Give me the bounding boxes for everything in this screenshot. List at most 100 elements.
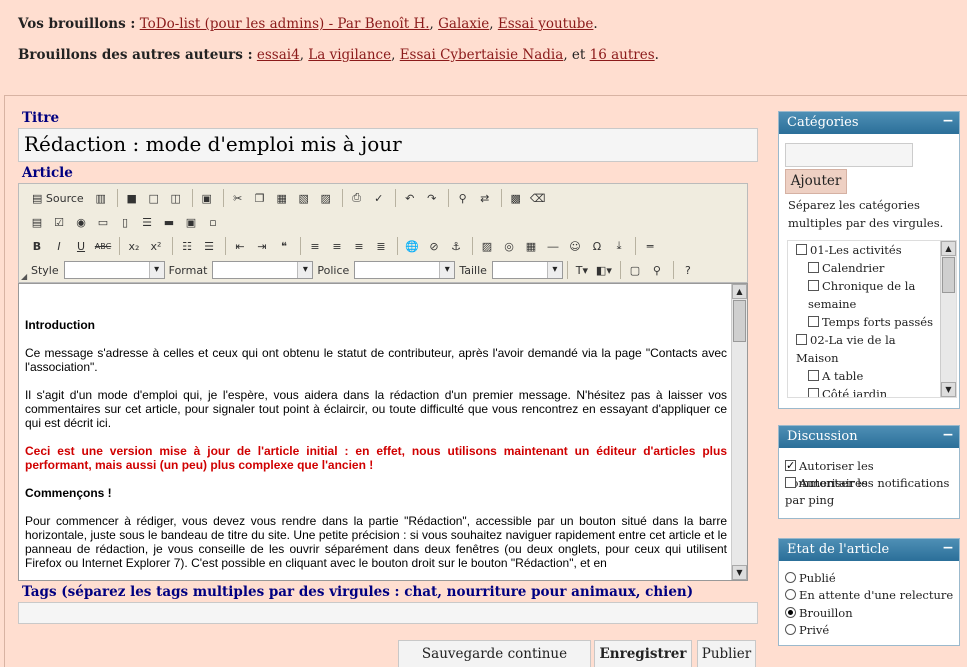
scroll-thumb[interactable]: [942, 257, 955, 293]
draft-link-cybertaisie[interactable]: Essai Cybertaisie Nadia: [400, 47, 564, 63]
templates-icon[interactable]: ▥: [91, 188, 111, 208]
status-option-draft[interactable]: Brouillon: [785, 605, 957, 622]
remove-format-icon[interactable]: ⌫: [528, 188, 548, 208]
align-left-icon[interactable]: ≡: [305, 236, 325, 256]
smiley-icon[interactable]: ☺: [565, 236, 585, 256]
radio[interactable]: [785, 589, 796, 600]
add-category-button[interactable]: Ajouter: [785, 169, 847, 194]
editor-scrollbar[interactable]: ▲ ▼: [731, 284, 747, 580]
collapse-icon[interactable]: −: [941, 114, 955, 129]
draft-link-vigilance[interactable]: La vigilance: [308, 47, 391, 63]
replace-icon[interactable]: ⇄: [475, 188, 495, 208]
spellcheck-icon[interactable]: ✓: [369, 188, 389, 208]
select-all-icon[interactable]: ▩: [506, 188, 526, 208]
new-category-input[interactable]: [785, 143, 913, 167]
autosave-button[interactable]: Sauvegarde continue: [398, 640, 591, 667]
save-icon[interactable]: ■: [122, 188, 142, 208]
show-blocks-icon[interactable]: ⚲: [647, 260, 667, 280]
publish-button[interactable]: Publier: [697, 640, 756, 667]
select-field-icon[interactable]: ☰: [137, 212, 157, 232]
image-button-icon[interactable]: ▣: [181, 212, 201, 232]
text-color-icon[interactable]: T▾: [572, 260, 592, 280]
category-item[interactable]: 02-La vie de la Maison: [788, 331, 956, 367]
checkbox[interactable]: [796, 244, 807, 255]
preview-icon[interactable]: ◫: [166, 188, 186, 208]
category-item[interactable]: 01-Les activités: [788, 241, 956, 259]
page-break-icon[interactable]: ⤓: [609, 236, 629, 256]
font-select[interactable]: [354, 261, 456, 279]
help-icon[interactable]: ?: [678, 260, 698, 280]
editor-content[interactable]: Introduction Ce message s'adresse à cell…: [25, 318, 727, 580]
allow-pings-checkbox[interactable]: [785, 477, 796, 488]
status-header[interactable]: Etat de l'article −: [779, 539, 959, 561]
form-icon[interactable]: ▤: [27, 212, 47, 232]
scroll-thumb[interactable]: [733, 300, 746, 342]
unlink-icon[interactable]: ⊘: [424, 236, 444, 256]
checkbox-icon[interactable]: ☑: [49, 212, 69, 232]
table-icon[interactable]: ▦: [521, 236, 541, 256]
checkbox[interactable]: [808, 316, 819, 327]
collapse-icon[interactable]: −: [941, 428, 955, 443]
radio[interactable]: [785, 624, 796, 635]
more-icon[interactable]: ═: [640, 236, 660, 256]
button-field-icon[interactable]: ▬: [159, 212, 179, 232]
underline-icon[interactable]: U: [71, 236, 91, 256]
radio-icon[interactable]: ◉: [71, 212, 91, 232]
print-icon[interactable]: ⎙: [347, 188, 367, 208]
textarea-icon[interactable]: ▯: [115, 212, 135, 232]
draft-link-youtube[interactable]: Essai youtube: [498, 16, 594, 32]
scroll-up-icon[interactable]: ▲: [941, 241, 956, 256]
justify-icon[interactable]: ≣: [371, 236, 391, 256]
draft-link-essai4[interactable]: essai4: [257, 47, 300, 63]
bold-icon[interactable]: B: [27, 236, 47, 256]
templates-doc-icon[interactable]: ▣: [197, 188, 217, 208]
indent-icon[interactable]: ⇥: [252, 236, 272, 256]
cut-icon[interactable]: ✂: [228, 188, 248, 208]
editor-body[interactable]: Introduction Ce message s'adresse à cell…: [18, 283, 748, 581]
superscript-icon[interactable]: x²: [146, 236, 166, 256]
paste-icon[interactable]: ▦: [272, 188, 292, 208]
radio[interactable]: [785, 607, 796, 618]
draft-link-more[interactable]: 16 autres: [590, 47, 655, 63]
special-char-icon[interactable]: Ω: [587, 236, 607, 256]
format-select[interactable]: [212, 261, 314, 279]
align-right-icon[interactable]: ≡: [349, 236, 369, 256]
strike-icon[interactable]: ABC: [93, 236, 113, 256]
checkbox[interactable]: [808, 262, 819, 273]
checkbox[interactable]: [808, 388, 819, 397]
maximize-icon[interactable]: ▢: [625, 260, 645, 280]
category-item[interactable]: Calendrier: [788, 259, 956, 277]
title-input[interactable]: Rédaction : mode d'emploi mis à jour: [18, 128, 758, 162]
scroll-down-icon[interactable]: ▼: [732, 565, 747, 580]
draft-link-galaxie[interactable]: Galaxie: [438, 16, 489, 32]
discussion-header[interactable]: Discussion −: [779, 426, 959, 448]
anchor-icon[interactable]: ⚓: [446, 236, 466, 256]
find-icon[interactable]: ⚲: [453, 188, 473, 208]
bulleted-list-icon[interactable]: ☰: [199, 236, 219, 256]
size-select[interactable]: [491, 261, 563, 279]
image-icon[interactable]: ▨: [477, 236, 497, 256]
source-button[interactable]: ▤ Source: [27, 188, 89, 208]
flash-icon[interactable]: ◎: [499, 236, 519, 256]
status-option-published[interactable]: Publié: [785, 570, 957, 587]
category-item[interactable]: Côté jardin: [788, 385, 956, 397]
tags-input[interactable]: [18, 602, 758, 624]
checkbox[interactable]: [808, 280, 819, 291]
category-item[interactable]: Chronique de la semaine: [788, 277, 956, 313]
collapse-icon[interactable]: −: [941, 541, 955, 556]
paste-text-icon[interactable]: ▧: [294, 188, 314, 208]
toolbar-collapse-icon[interactable]: ◢: [21, 272, 27, 281]
allow-comments-checkbox[interactable]: [785, 457, 796, 474]
category-item[interactable]: A table: [788, 367, 956, 385]
outdent-icon[interactable]: ⇤: [230, 236, 250, 256]
checkbox[interactable]: [808, 370, 819, 381]
hidden-field-icon[interactable]: ▫: [203, 212, 223, 232]
style-select[interactable]: [63, 261, 165, 279]
align-center-icon[interactable]: ≡: [327, 236, 347, 256]
scroll-up-icon[interactable]: ▲: [732, 284, 747, 299]
blockquote-icon[interactable]: ❝: [274, 236, 294, 256]
allow-pings-option[interactable]: Autoriser les notifications par ping: [785, 475, 957, 509]
italic-icon[interactable]: I: [49, 236, 69, 256]
radio[interactable]: [785, 572, 796, 583]
copy-icon[interactable]: ❐: [250, 188, 270, 208]
